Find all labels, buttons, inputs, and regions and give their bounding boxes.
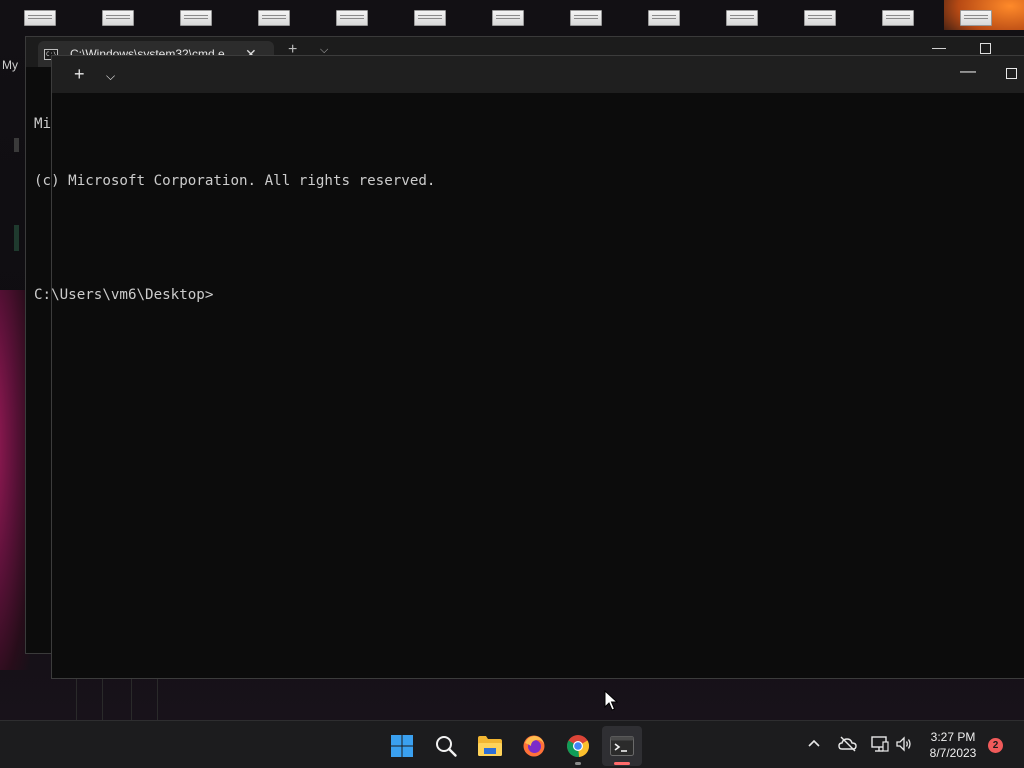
search-icon — [436, 736, 457, 757]
clock-date: 8/7/2023 — [929, 746, 977, 760]
notification-badge[interactable]: 2 — [988, 738, 1003, 753]
desktop-icon-fragment — [14, 225, 19, 251]
console-line: (c) Microsoft Corporation. All rights re… — [34, 173, 436, 189]
desktop-file-icon[interactable] — [414, 10, 446, 26]
terminal-button[interactable] — [602, 726, 642, 766]
chevron-up-icon — [808, 739, 820, 747]
desktop-file-icon[interactable] — [570, 10, 602, 26]
console-line: Mi — [34, 116, 52, 132]
desktop-file-icon[interactable] — [258, 10, 290, 26]
firefox-button[interactable] — [514, 726, 554, 766]
terminal-icon — [610, 736, 634, 756]
firefox-icon — [523, 735, 545, 757]
desktop-file-icon[interactable] — [648, 10, 680, 26]
minimize-button[interactable]: — — [932, 39, 946, 55]
desktop-icon-label[interactable]: My — [2, 58, 18, 72]
chrome-icon — [566, 735, 590, 758]
desktop-file-icon[interactable] — [492, 10, 524, 26]
running-indicator — [575, 762, 581, 765]
folder-icon — [478, 736, 502, 756]
speaker-icon — [896, 736, 911, 752]
clock[interactable]: 3:27 PM 8/7/2023 — [920, 729, 986, 761]
maximize-button[interactable] — [1006, 68, 1017, 79]
active-indicator — [614, 762, 630, 765]
file-explorer-button[interactable] — [470, 726, 510, 766]
start-button[interactable] — [382, 726, 422, 766]
windows-logo-icon — [391, 735, 413, 757]
clock-time: 3:27 PM — [930, 730, 976, 744]
maximize-button[interactable] — [980, 43, 991, 54]
onedrive-tray-button[interactable] — [838, 735, 858, 758]
desktop-file-icon[interactable] — [336, 10, 368, 26]
chrome-button[interactable] — [558, 726, 598, 766]
desktop-file-icon[interactable] — [960, 10, 992, 26]
desktop-icon-row — [0, 6, 1024, 28]
cloud-offline-icon — [838, 736, 857, 752]
taskbar: 3:27 PM 8/7/2023 2 — [0, 720, 1024, 768]
desktop-file-icon[interactable] — [726, 10, 758, 26]
desktop-file-icon[interactable] — [882, 10, 914, 26]
desktop-file-icon[interactable] — [102, 10, 134, 26]
desktop-icon-fragment — [14, 138, 19, 152]
console-prompt[interactable]: C:\Users\vm6\Desktop> — [34, 286, 934, 305]
desktop-file-icon[interactable] — [24, 10, 56, 26]
volume-tray-button[interactable] — [895, 735, 913, 758]
mouse-pointer-icon — [604, 690, 618, 711]
network-icon — [871, 736, 889, 752]
minimize-button[interactable]: — — [960, 63, 976, 81]
search-button[interactable] — [426, 726, 466, 766]
desktop-file-icon[interactable] — [180, 10, 212, 26]
network-tray-button[interactable] — [871, 735, 889, 758]
show-hidden-icons-button[interactable] — [807, 735, 821, 751]
desktop-file-icon[interactable] — [804, 10, 836, 26]
console-output[interactable]: Mi (c) Microsoft Corporation. All rights… — [34, 77, 934, 324]
